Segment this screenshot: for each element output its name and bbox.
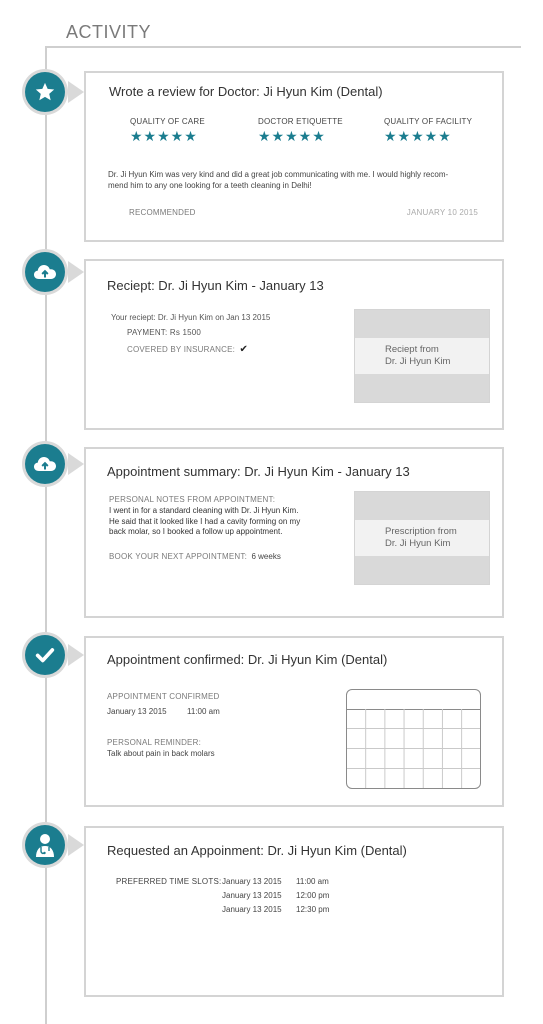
rating-quality-of-facility: QUALITY OF FACILITY ★★★★★ — [384, 117, 472, 143]
page-title: ACTIVITY — [66, 22, 152, 42]
timeline-badge-receipt — [22, 249, 68, 295]
review-body-line: mend him to any one looking for a teeth … — [108, 181, 312, 190]
time-slot-date: January 13 2015 — [222, 905, 282, 914]
activity-card-review[interactable]: Wrote a review for Doctor: Ji Hyun Kim (… — [84, 71, 504, 242]
review-date: JANUARY 10 2015 — [406, 208, 478, 217]
thumbnail-caption-line: Reciept from — [385, 344, 439, 355]
appointment-status-label: APPOINTMENT CONFIRMED — [107, 692, 220, 701]
prescription-thumbnail[interactable]: Prescription from Dr. Ji Hyun Kim — [354, 491, 490, 585]
timeline-badge-requested — [22, 822, 68, 868]
rating-quality-of-care: QUALITY OF CARE ★★★★★ — [130, 117, 205, 143]
thumbnail-caption-line: Dr. Ji Hyun Kim — [385, 356, 451, 367]
insurance-label: COVERED BY INSURANCE: — [127, 345, 236, 354]
calendar-header — [347, 690, 480, 710]
title-divider — [45, 46, 521, 48]
time-slot-date: January 13 2015 — [222, 891, 282, 900]
timeline-badge-review — [22, 69, 68, 115]
time-slot-date: January 13 2015 — [222, 877, 282, 886]
time-slot-time: 12:00 pm — [296, 891, 330, 900]
thumbnail-caption: Reciept from Dr. Ji Hyun Kim — [385, 344, 450, 368]
star-icon — [35, 82, 55, 101]
receipt-line: Your reciept: Dr. Ji Hyun Kim on Jan 13 … — [111, 313, 271, 322]
thumbnail-caption: Prescription from Dr. Ji Hyun Kim — [385, 526, 457, 550]
card-title: Appointment confirmed: Dr. Ji Hyun Kim (… — [107, 652, 388, 667]
thumbnail-band — [355, 310, 489, 338]
thumbnail-caption-line: Dr. Ji Hyun Kim — [385, 538, 451, 549]
time-slot-time: 12:30 pm — [296, 905, 330, 914]
card-title: Reciept: Dr. Ji Hyun Kim - January 13 — [107, 278, 324, 293]
rating-stars: ★★★★★ — [130, 128, 198, 144]
appointment-date: January 13 2015 — [107, 707, 167, 716]
card-title: Wrote a review for Doctor: Ji Hyun Kim (… — [109, 84, 383, 99]
activity-card-confirmed[interactable]: Appointment confirmed: Dr. Ji Hyun Kim (… — [84, 636, 504, 807]
next-appointment: BOOK YOUR NEXT APPOINTMENT: 6 weeks — [109, 546, 281, 564]
timeline-badge-summary — [22, 441, 68, 487]
badge-pointer — [68, 453, 84, 475]
review-body: Dr. Ji Hyun Kim was very kind and did a … — [108, 169, 488, 191]
badge-pointer — [68, 81, 84, 103]
doctor-icon — [36, 834, 54, 857]
review-body-line: Dr. Ji Hyun Kim was very kind and did a … — [108, 170, 449, 179]
reminder-text: Talk about pain in back molars — [107, 749, 215, 758]
cloud-upload-icon — [34, 457, 56, 471]
payment-amount: PAYMENT: Rs 1500 — [127, 328, 202, 337]
status-badge: RECOMMENDED — [129, 208, 196, 217]
activity-card-receipt[interactable]: Reciept: Dr. Ji Hyun Kim - January 13 Yo… — [84, 259, 504, 430]
notes-body: I went in for a standard cleaning with D… — [109, 506, 300, 538]
badge-pointer — [68, 834, 84, 856]
rating-doctor-etiquette: DOCTOR ETIQUETTE ★★★★★ — [258, 117, 343, 143]
checkmark-icon — [35, 648, 55, 663]
activity-card-requested[interactable]: Requested an Appoinment: Dr. Ji Hyun Kim… — [84, 826, 504, 997]
next-appointment-label: BOOK YOUR NEXT APPOINTMENT: — [109, 552, 248, 561]
rating-stars: ★★★★★ — [258, 128, 326, 144]
check-icon: ✔ — [239, 344, 248, 355]
notes-label: PERSONAL NOTES FROM APPOINTMENT: — [109, 495, 276, 504]
activity-card-summary[interactable]: Appointment summary: Dr. Ji Hyun Kim - J… — [84, 447, 504, 618]
notes-line: back molar, so I booked a follow up appo… — [109, 527, 283, 536]
notes-line: He said that it looked like I had a cavi… — [109, 516, 301, 526]
calendar-icon[interactable] — [346, 689, 481, 789]
timeline-badge-confirmed — [22, 632, 68, 678]
thumbnail-band — [355, 556, 489, 584]
rating-label: DOCTOR ETIQUETTE — [258, 117, 343, 126]
calendar-grid — [347, 709, 480, 788]
time-slot-time: 11:00 am — [296, 877, 329, 886]
card-title: Appointment summary: Dr. Ji Hyun Kim - J… — [107, 464, 410, 479]
receipt-thumbnail[interactable]: Reciept from Dr. Ji Hyun Kim — [354, 309, 490, 403]
appointment-time: 11:00 am — [187, 707, 220, 716]
insurance-status: COVERED BY INSURANCE: ✔ — [127, 339, 248, 357]
next-appointment-value: 6 weeks — [251, 552, 281, 561]
time-slots-label: PREFERRED TIME SLOTS: — [116, 877, 222, 886]
rating-stars: ★★★★★ — [384, 128, 452, 144]
cloud-upload-icon — [34, 265, 56, 279]
timeline-line — [45, 46, 47, 1024]
thumbnail-band — [355, 492, 489, 520]
badge-pointer — [68, 644, 84, 666]
card-title: Requested an Appoinment: Dr. Ji Hyun Kim… — [107, 843, 407, 858]
rating-label: QUALITY OF CARE — [130, 117, 205, 126]
reminder-label: PERSONAL REMINDER: — [107, 738, 201, 747]
badge-pointer — [68, 261, 84, 283]
notes-line: I went in for a standard cleaning with D… — [109, 506, 299, 515]
thumbnail-band — [355, 374, 489, 402]
thumbnail-caption-line: Prescription from — [385, 526, 457, 537]
rating-label: QUALITY OF FACILITY — [384, 117, 473, 126]
